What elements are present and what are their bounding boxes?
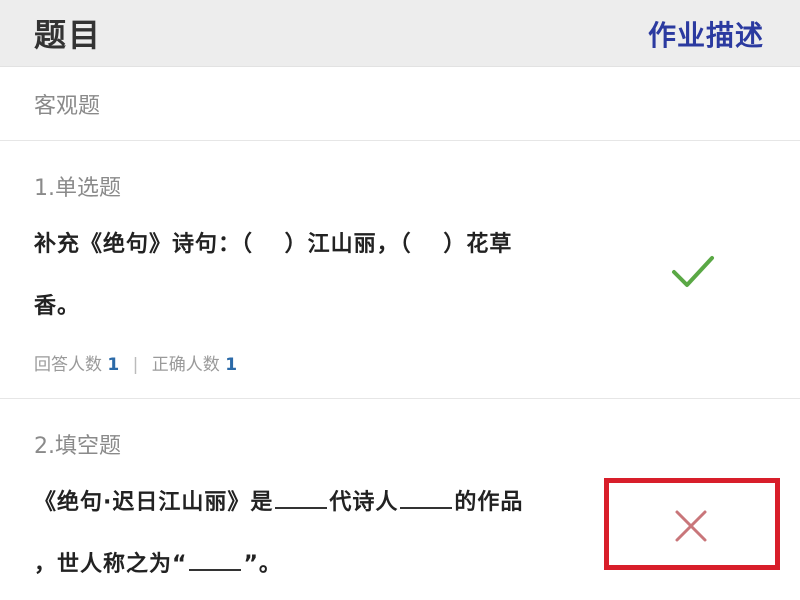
text-segment: 代诗人 <box>329 490 399 515</box>
text-segment: ”。 <box>243 552 282 577</box>
question-text-line: 《绝句·迟日江山丽》是 代诗人 的作品 <box>34 472 594 534</box>
stats-separator: | <box>132 355 139 375</box>
question-type-label: 2.填空题 <box>34 434 121 459</box>
question-text-line: ，世人称之为“ ”。 <box>34 534 594 596</box>
assignment-description-link[interactable]: 作业描述 <box>648 14 764 54</box>
text-segment: 的作品 <box>454 490 524 515</box>
answered-label: 回答人数 <box>34 355 102 375</box>
check-icon <box>672 256 714 287</box>
page-title: 题目 <box>34 16 103 54</box>
fill-blank <box>400 491 453 509</box>
fill-blank <box>275 491 328 509</box>
answered-count: 1 <box>107 355 120 375</box>
close-icon <box>675 510 707 542</box>
question-text-line: 香。 <box>34 294 81 319</box>
correct-label: 正确人数 <box>151 355 220 375</box>
answer-stats: 回答人数 1 | 正确人数 1 <box>34 350 237 375</box>
question-text: 《绝句·迟日江山丽》是 代诗人 的作品 ，世人称之为“ ”。 <box>34 472 594 596</box>
question-type-label: 1.单选题 <box>34 176 121 201</box>
divider <box>0 140 800 141</box>
divider <box>0 398 800 399</box>
text-segment: ，世人称之为“ <box>34 552 188 577</box>
question-text-line: 补充《绝句》诗句：（ ）江山丽，（ ）花草 <box>34 232 513 257</box>
text-segment: 《绝句·迟日江山丽》是 <box>34 490 274 515</box>
correct-count: 1 <box>225 355 238 375</box>
top-bar: 题目 作业描述 <box>0 0 800 67</box>
section-label-objective: 客观题 <box>34 94 101 119</box>
fill-blank <box>189 553 242 571</box>
question-text: 补充《绝句》诗句：（ ）江山丽，（ ）花草 香。 <box>34 214 594 338</box>
